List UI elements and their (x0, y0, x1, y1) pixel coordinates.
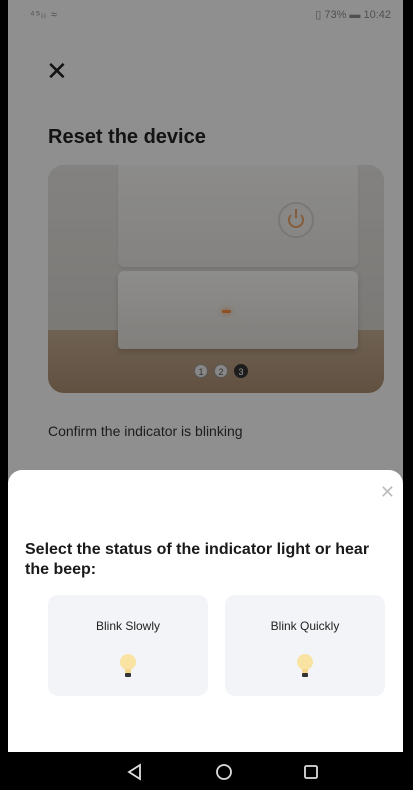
blink-quickly-option[interactable]: Blink Quickly (225, 595, 385, 696)
home-icon[interactable] (213, 761, 235, 783)
system-nav-bar (8, 752, 403, 790)
sheet-close-button[interactable]: ✕ (380, 482, 395, 503)
back-icon[interactable] (124, 761, 146, 783)
bottom-sheet: ✕ Select the status of the indicator lig… (8, 470, 403, 752)
blink-slowly-option[interactable]: Blink Slowly (48, 595, 208, 696)
option-label: Blink Quickly (270, 619, 340, 633)
close-icon: ✕ (379, 482, 395, 502)
lightbulb-icon (120, 654, 136, 677)
option-label: Blink Slowly (95, 619, 161, 633)
lightbulb-icon (297, 654, 313, 677)
sheet-title: Select the status of the indicator light… (25, 541, 370, 578)
recents-icon[interactable] (300, 761, 322, 783)
phone-screen: ⁴⁵ᵢₗ ≈ ▯ 73% ▬ 10:42 ✕ Reset the device … (8, 0, 403, 790)
